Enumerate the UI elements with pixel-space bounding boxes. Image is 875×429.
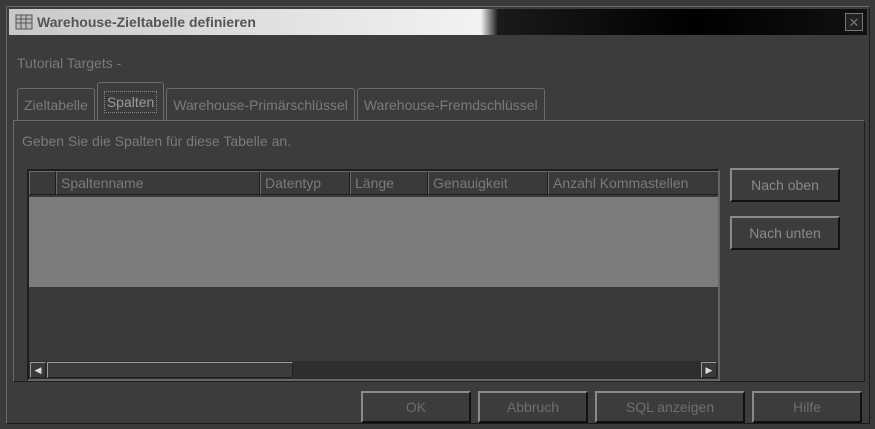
cancel-label: Abbruch bbox=[506, 399, 560, 415]
tab-bar: Zieltabelle Spalten Warehouse-Primärschl… bbox=[17, 82, 547, 120]
arrow-right-icon: ▶ bbox=[705, 364, 713, 375]
ok-label: OK bbox=[405, 399, 427, 415]
table-icon bbox=[15, 13, 33, 31]
move-up-label: Nach oben bbox=[751, 177, 819, 193]
header-datentyp[interactable]: Datentyp bbox=[260, 171, 350, 195]
horizontal-scrollbar[interactable]: ◀ ▶ bbox=[29, 361, 718, 379]
move-down-label: Nach unten bbox=[749, 225, 821, 241]
columns-table[interactable]: Spaltenname Datentyp Länge Genauigkeit A… bbox=[27, 169, 720, 381]
scroll-right-button[interactable]: ▶ bbox=[701, 362, 717, 378]
header-select[interactable] bbox=[29, 171, 56, 195]
help-label: Hilfe bbox=[792, 399, 821, 415]
table-body[interactable] bbox=[29, 197, 718, 287]
header-laenge[interactable]: Länge bbox=[350, 171, 428, 195]
tab-fremdschluessel[interactable]: Warehouse-Fremdschlüssel bbox=[356, 88, 545, 120]
tab-label: Spalten bbox=[103, 90, 158, 113]
close-icon: ✕ bbox=[848, 14, 860, 30]
dialog-window: Warehouse-Zieltabelle definieren ✕ Tutor… bbox=[6, 6, 870, 424]
page-subtitle: Tutorial Targets - bbox=[17, 55, 122, 71]
title-bar: Warehouse-Zieltabelle definieren ✕ bbox=[9, 9, 867, 35]
ok-button[interactable]: OK bbox=[361, 391, 471, 423]
move-up-button[interactable]: Nach oben bbox=[730, 168, 840, 202]
table-header: Spaltenname Datentyp Länge Genauigkeit A… bbox=[29, 171, 718, 195]
close-button[interactable]: ✕ bbox=[845, 13, 863, 31]
columns-panel: Geben Sie die Spalten für diese Tabelle … bbox=[13, 120, 865, 382]
arrow-left-icon: ◀ bbox=[34, 364, 42, 375]
move-down-button[interactable]: Nach unten bbox=[730, 216, 840, 250]
show-sql-button[interactable]: SQL anzeigen bbox=[595, 391, 745, 423]
show-sql-label: SQL anzeigen bbox=[625, 399, 715, 415]
instruction-text: Geben Sie die Spalten für diese Tabelle … bbox=[22, 133, 292, 149]
header-kommastellen[interactable]: Anzahl Kommastellen bbox=[548, 171, 718, 195]
tab-label: Warehouse-Fremdschlüssel bbox=[363, 96, 538, 113]
tab-label: Zieltabelle bbox=[24, 96, 88, 113]
scroll-left-button[interactable]: ◀ bbox=[30, 362, 46, 378]
help-button[interactable]: Hilfe bbox=[752, 391, 862, 423]
tab-label: Warehouse-Primärschlüssel bbox=[173, 96, 348, 113]
tab-zieltabelle[interactable]: Zieltabelle bbox=[17, 88, 95, 120]
header-spaltenname[interactable]: Spaltenname bbox=[56, 171, 260, 195]
tab-primaerschluessel[interactable]: Warehouse-Primärschlüssel bbox=[166, 88, 355, 120]
scrollbar-thumb[interactable] bbox=[47, 362, 293, 378]
tab-spalten[interactable]: Spalten bbox=[96, 82, 165, 120]
cancel-button[interactable]: Abbruch bbox=[478, 391, 588, 423]
window-title: Warehouse-Zieltabelle definieren bbox=[37, 14, 256, 30]
header-genauigkeit[interactable]: Genauigkeit bbox=[428, 171, 548, 195]
